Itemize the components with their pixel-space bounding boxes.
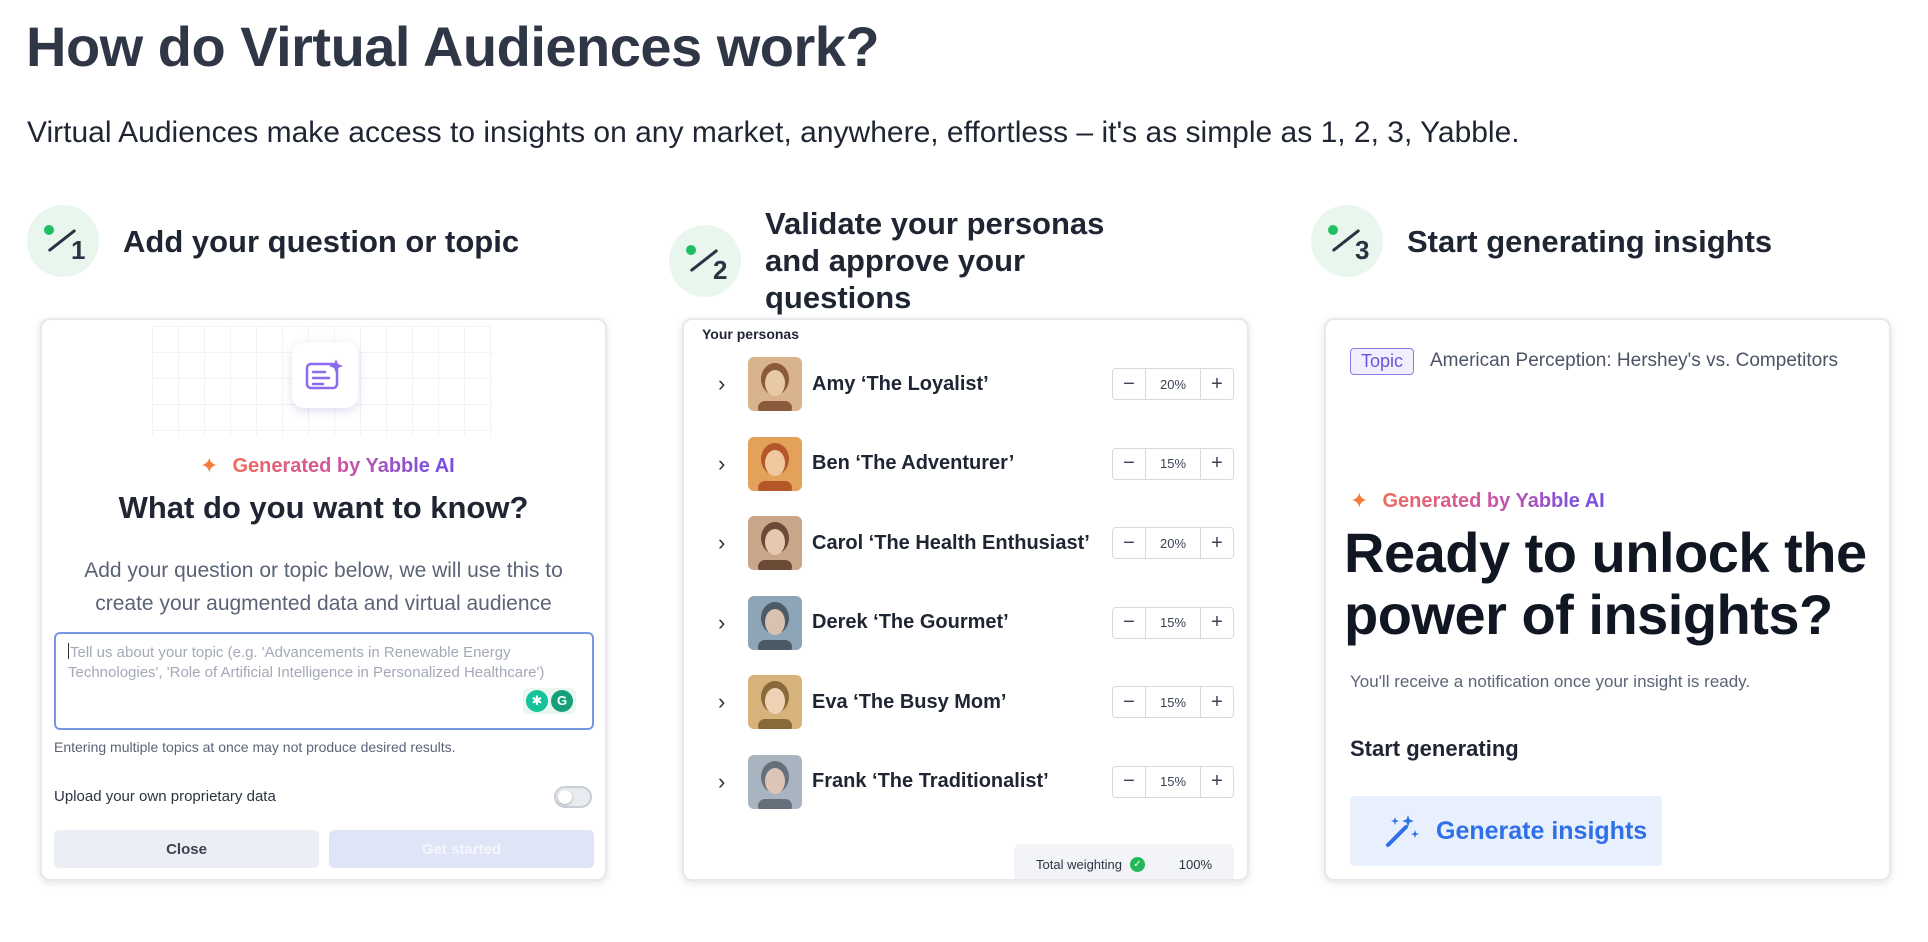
generated-by-label: ✦ Generated by Yabble AI xyxy=(200,453,455,478)
topic-input-card: ✦ Generated by Yabble AI What do you wan… xyxy=(40,318,607,881)
step-1: 1 Add your question or topic xyxy=(27,205,519,277)
weight-value[interactable]: 15% xyxy=(1145,687,1201,717)
chevron-right-icon[interactable]: › xyxy=(718,530,725,556)
persona-name: Derek ‘The Gourmet’ xyxy=(812,611,1009,633)
persona-row[interactable]: › Frank ‘The Traditionalist’ −15% + xyxy=(684,754,1247,810)
weight-stepper: −15% + xyxy=(1112,447,1234,480)
persona-row[interactable]: › Eva ‘The Busy Mom’ −15% + xyxy=(684,674,1247,730)
weight-value[interactable]: 15% xyxy=(1145,448,1201,479)
persona-avatar xyxy=(748,675,802,729)
weight-stepper: −15% + xyxy=(1112,686,1234,718)
step-2: 2 Validate your personas and approve you… xyxy=(669,205,1165,316)
upload-toggle[interactable] xyxy=(554,786,592,808)
weight-value[interactable]: 20% xyxy=(1145,369,1201,399)
increase-button[interactable]: + xyxy=(1201,687,1233,717)
check-icon: ✓ xyxy=(1130,856,1145,872)
increase-button[interactable]: + xyxy=(1201,767,1233,797)
step-title: Add your question or topic xyxy=(123,223,520,259)
weight-value[interactable]: 15% xyxy=(1145,766,1201,797)
chevron-right-icon[interactable]: › xyxy=(718,371,725,397)
increase-button[interactable]: + xyxy=(1201,528,1233,558)
chevron-right-icon[interactable]: › xyxy=(718,610,725,636)
topic-textarea[interactable]: Tell us about your topic (e.g. 'Advancem… xyxy=(54,632,594,730)
step-title: Validate your personas and approve your … xyxy=(765,206,1105,315)
close-button[interactable]: Close xyxy=(54,830,319,868)
increase-button[interactable]: + xyxy=(1201,369,1233,399)
chevron-right-icon[interactable]: › xyxy=(718,689,725,715)
decrease-button[interactable]: − xyxy=(1113,369,1145,399)
persona-name: Amy ‘The Loyalist’ xyxy=(812,372,989,395)
topic-text: American Perception: Hershey's vs. Compe… xyxy=(1430,350,1839,371)
persona-name: Ben ‘The Adventurer’ xyxy=(812,452,1015,474)
decrease-button[interactable]: − xyxy=(1113,687,1145,717)
get-started-button[interactable]: Get started xyxy=(329,830,594,868)
increase-button[interactable]: + xyxy=(1201,608,1233,638)
persona-name: Frank ‘The Traditionalist’ xyxy=(812,770,1049,792)
total-weighting-label: Total weighting xyxy=(1036,856,1122,872)
persona-avatar xyxy=(748,595,802,650)
persona-avatar xyxy=(748,436,802,491)
weight-stepper: −20% + xyxy=(1112,368,1234,400)
persona-row[interactable]: › Derek ‘The Gourmet’ −15% + xyxy=(684,595,1247,651)
topic-badge: Topic xyxy=(1350,348,1415,375)
persona-row[interactable]: › Amy ‘The Loyalist’ −20% + xyxy=(684,356,1247,412)
increase-button[interactable]: + xyxy=(1201,449,1233,479)
card-heading: What do you want to know? xyxy=(118,490,529,525)
step-3: 3 Start generating insights xyxy=(1311,205,1772,277)
persona-row[interactable]: › Ben ‘The Adventurer’ −15% + xyxy=(684,436,1247,492)
start-generating-label: Start generating xyxy=(1350,736,1519,761)
weight-stepper: −20% + xyxy=(1112,527,1234,559)
generated-by-label: ✦ Generated by Yabble AI xyxy=(1350,488,1605,513)
weight-stepper: −15% + xyxy=(1112,606,1234,639)
chevron-right-icon[interactable]: › xyxy=(718,769,725,795)
topic-placeholder: Tell us about your topic (e.g. 'Advancem… xyxy=(68,644,545,681)
page-title: How do Virtual Audiences work? xyxy=(26,15,880,78)
upload-label: Upload your own proprietary data xyxy=(54,788,276,805)
sparkle-icon: ✦ xyxy=(200,453,219,478)
page-subtitle: Virtual Audiences make access to insight… xyxy=(27,116,1520,149)
step-title: Start generating insights xyxy=(1407,223,1773,259)
weight-stepper: −15% + xyxy=(1112,765,1234,798)
persona-row[interactable]: › Carol ‘The Health Enthusiast’ −20% + xyxy=(684,515,1247,571)
sparkle-icon: ✦ xyxy=(1350,488,1369,513)
step-number-badge: 3 xyxy=(1311,205,1383,277)
chevron-right-icon[interactable]: › xyxy=(718,451,725,477)
persona-name: Carol ‘The Health Enthusiast’ xyxy=(812,531,1090,554)
persona-avatar xyxy=(748,516,802,570)
magic-wand-icon xyxy=(1386,815,1419,847)
persona-avatar xyxy=(748,357,802,411)
weight-value[interactable]: 20% xyxy=(1145,528,1201,558)
persona-name: Eva ‘The Busy Mom’ xyxy=(812,690,1007,713)
notification-note: You'll receive a notification once your … xyxy=(1350,672,1751,691)
card-description: Add your question or topic below, we wil… xyxy=(84,559,563,615)
grammarly-icon[interactable]: G xyxy=(551,690,573,712)
step-number-badge: 2 xyxy=(669,224,741,297)
decrease-button[interactable]: − xyxy=(1113,767,1145,797)
document-sparkle-icon xyxy=(292,342,358,408)
step-number-badge: 1 xyxy=(27,205,99,277)
decrease-button[interactable]: − xyxy=(1113,449,1145,479)
total-weighting-value: 100% xyxy=(1178,856,1212,872)
input-hint: Entering multiple topics at once may not… xyxy=(54,739,456,755)
personas-title: Your personas xyxy=(702,326,799,342)
generate-insights-button[interactable]: Generate insights xyxy=(1350,796,1662,866)
decrease-button[interactable]: − xyxy=(1113,608,1145,638)
weight-value[interactable]: 15% xyxy=(1145,607,1201,638)
ready-heading: Ready to unlock the power of insights? xyxy=(1344,521,1867,646)
lightbulb-icon[interactable]: ✱ xyxy=(526,690,548,712)
persona-avatar xyxy=(748,754,802,809)
total-weighting: Total weighting ✓ 100% xyxy=(1014,844,1234,879)
generate-insights-label: Generate insights xyxy=(1436,816,1648,845)
grammarly-widget[interactable]: ✱ G xyxy=(523,688,576,714)
decrease-button[interactable]: − xyxy=(1113,528,1145,558)
personas-card: Your personas › Amy ‘The Loyalist’ −20% + › B… xyxy=(682,318,1249,881)
generate-card: Topic American Perception: Hershey's vs.… xyxy=(1324,318,1891,881)
